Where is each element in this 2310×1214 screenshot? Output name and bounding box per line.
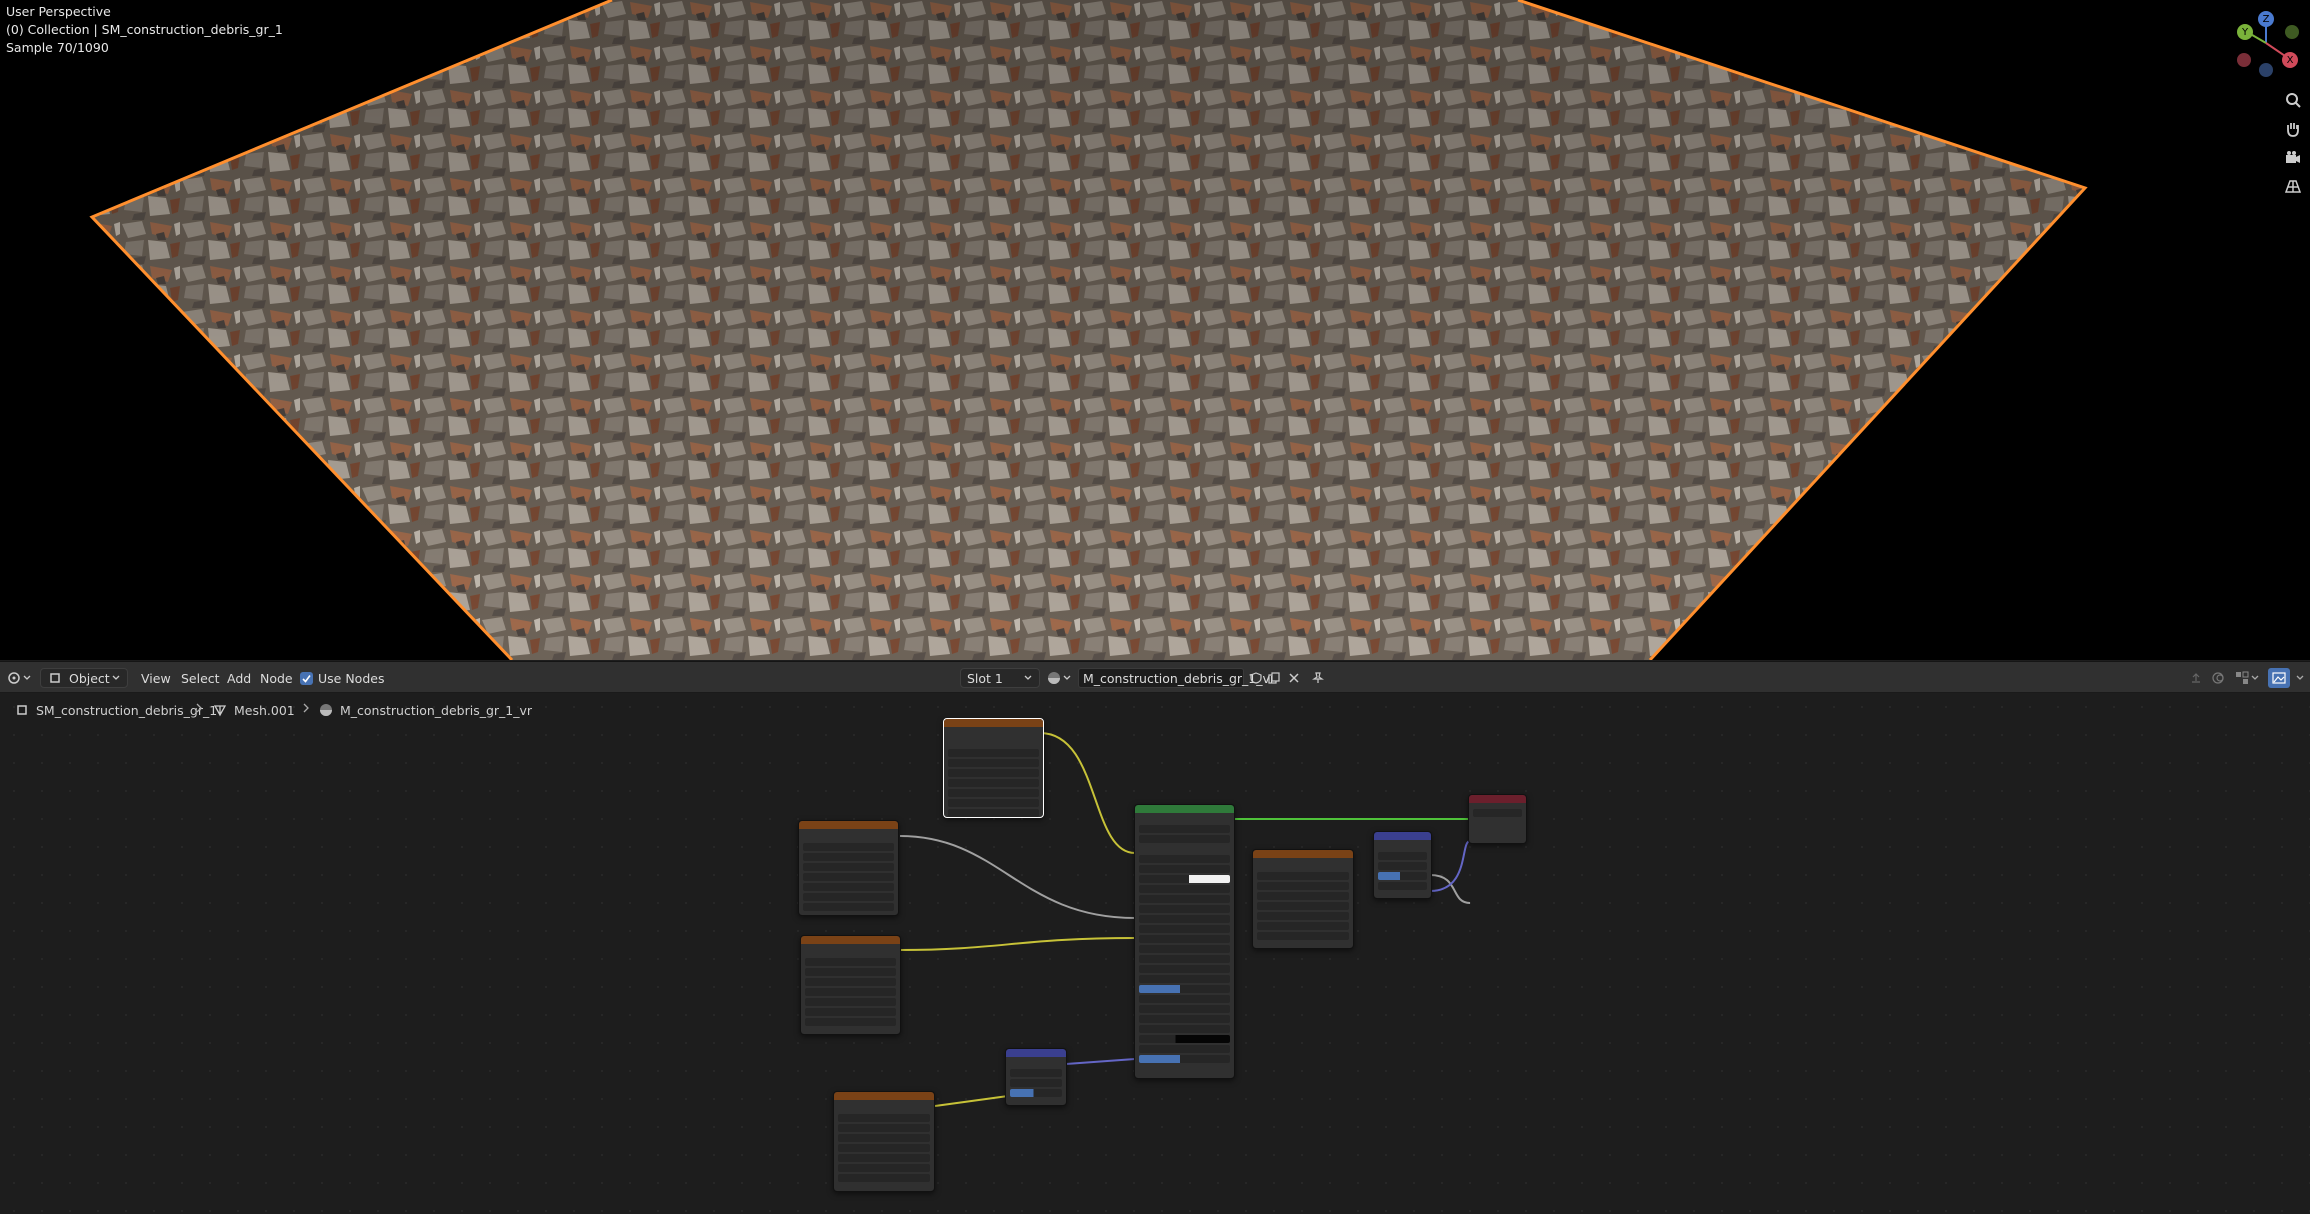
view-mode-label: User Perspective xyxy=(6,4,111,19)
backdrop-toggle[interactable] xyxy=(2268,668,2290,688)
link-height xyxy=(1429,874,1471,904)
arrow-up-icon xyxy=(2188,670,2204,686)
node-header xyxy=(1374,832,1431,840)
image-texture-node-roughness[interactable] xyxy=(798,820,899,916)
overlay-icon xyxy=(2210,670,2226,686)
fake-user-button[interactable] xyxy=(1248,668,1264,688)
use-nodes-checkbox[interactable] xyxy=(300,671,313,685)
debris-ground-plane xyxy=(89,0,2088,660)
svg-text:X: X xyxy=(2287,55,2294,66)
editor-type-selector[interactable] xyxy=(6,668,32,688)
chevron-down-icon xyxy=(2295,670,2305,686)
chevron-right-icon xyxy=(195,702,203,717)
image-texture-node-basecolor[interactable] xyxy=(943,718,1044,818)
close-icon xyxy=(1286,670,1302,686)
node-editor-header: Object View Select Add Node Use Nodes Sl… xyxy=(0,661,2310,693)
pin-button[interactable] xyxy=(1310,668,1326,688)
breadcrumb-mesh[interactable]: Mesh.001 xyxy=(212,702,295,718)
slot-dropdown[interactable]: Slot 1 xyxy=(960,668,1040,688)
normal-map-node[interactable] xyxy=(1005,1048,1067,1106)
chevron-down-icon xyxy=(111,670,121,686)
node-editor-icon xyxy=(6,670,22,686)
chevron-right-icon xyxy=(302,702,310,717)
node-header xyxy=(1253,850,1353,858)
menu-add[interactable]: Add xyxy=(227,668,251,688)
shield-icon xyxy=(1248,670,1264,686)
node-header xyxy=(834,1092,934,1100)
chevron-down-icon xyxy=(1023,670,1033,686)
link-roughness xyxy=(899,835,1136,919)
principled-bsdf-node[interactable] xyxy=(1134,804,1235,1079)
zoom-icon[interactable] xyxy=(2280,87,2306,113)
use-nodes-toggle[interactable]: Use Nodes xyxy=(300,668,384,688)
pin-icon xyxy=(1310,670,1326,686)
use-nodes-label: Use Nodes xyxy=(318,670,385,686)
hand-pan-icon[interactable] xyxy=(2280,116,2306,142)
breadcrumb-mesh-label: Mesh.001 xyxy=(234,702,295,718)
image-texture-node-normal[interactable] xyxy=(833,1091,935,1192)
link-displacement xyxy=(1429,840,1471,892)
breadcrumb: SM_construction_debris_gr_1 Mesh.001 M_c… xyxy=(0,693,2310,729)
breadcrumb-material-label: M_construction_debris_gr_1_vr xyxy=(340,702,533,718)
menu-node[interactable]: Node xyxy=(260,668,293,688)
backdrop-options-button[interactable] xyxy=(2295,668,2305,688)
overlay-button[interactable] xyxy=(2210,668,2226,688)
snap-button[interactable] xyxy=(2234,668,2260,688)
mesh-icon xyxy=(212,702,228,718)
breadcrumb-material[interactable]: M_construction_debris_gr_1_vr xyxy=(318,702,532,718)
material-sphere-icon xyxy=(1046,670,1062,686)
image-texture-node-specular[interactable] xyxy=(800,935,901,1035)
node-header xyxy=(801,936,900,944)
menu-view[interactable]: View xyxy=(141,668,171,688)
mode-dropdown[interactable]: Object xyxy=(40,668,128,688)
render-sample-label: Sample 70/1090 xyxy=(6,40,109,55)
material-name-field[interactable]: M_construction_debris_gr_1_vr xyxy=(1078,668,1275,688)
snap-icon xyxy=(2234,670,2250,686)
image-backdrop-icon xyxy=(2271,670,2287,686)
material-name-value: M_construction_debris_gr_1_vr xyxy=(1083,670,1276,686)
navigation-gizmo[interactable]: Z Y X xyxy=(2226,10,2310,82)
breadcrumb-object[interactable]: SM_construction_debris_gr_1 xyxy=(14,702,217,718)
copy-icon xyxy=(1266,670,1282,686)
slot-label: Slot 1 xyxy=(967,670,1003,686)
breadcrumb-object-label: SM_construction_debris_gr_1 xyxy=(36,702,218,718)
node-header xyxy=(1135,805,1234,813)
object-mode-icon xyxy=(47,670,63,686)
svg-text:Y: Y xyxy=(2241,27,2249,38)
image-texture-node-height[interactable] xyxy=(1252,849,1354,949)
unlink-material-button[interactable] xyxy=(1286,668,1302,688)
node-header xyxy=(799,821,898,829)
mode-label: Object xyxy=(69,670,110,686)
menu-select[interactable]: Select xyxy=(181,668,220,688)
shader-node-editor[interactable] xyxy=(0,693,2310,1214)
svg-text:Z: Z xyxy=(2263,14,2270,25)
chevron-down-icon xyxy=(22,670,32,686)
camera-icon[interactable] xyxy=(2280,145,2306,171)
duplicate-material-button[interactable] xyxy=(1266,668,1282,688)
collection-label: (0) Collection | SM_construction_debris_… xyxy=(6,22,283,37)
node-header xyxy=(1006,1049,1066,1057)
material-sphere-icon xyxy=(318,702,334,718)
material-output-node[interactable] xyxy=(1468,794,1527,844)
chevron-down-icon xyxy=(1062,670,1072,686)
3d-viewport[interactable]: User Perspective (0) Collection | SM_con… xyxy=(0,0,2310,660)
material-browse-button[interactable] xyxy=(1046,668,1072,688)
parent-node-tree-button[interactable] xyxy=(2188,668,2204,688)
grid-icon[interactable] xyxy=(2280,174,2306,200)
link-normal-color xyxy=(934,1095,1009,1107)
node-header xyxy=(1469,795,1526,803)
object-icon xyxy=(14,702,30,718)
link-specular xyxy=(899,937,1136,951)
link-basecolor xyxy=(1039,732,1136,854)
link-normal xyxy=(1065,1058,1136,1065)
displacement-node[interactable] xyxy=(1373,831,1432,899)
chevron-down-icon xyxy=(2250,670,2260,686)
